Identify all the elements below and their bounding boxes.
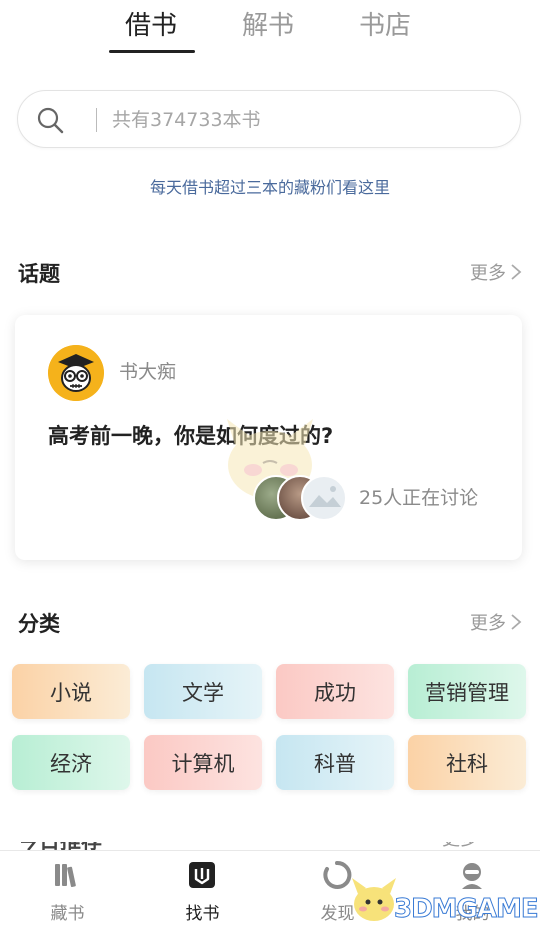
category-novel[interactable]: 小说 <box>12 664 130 719</box>
tab-bookstore[interactable]: 书店 <box>359 8 411 48</box>
category-literature[interactable]: 文学 <box>144 664 262 719</box>
search-divider <box>96 108 97 132</box>
categories-heading: 分类 <box>18 612 60 636</box>
category-computer[interactable]: 计算机 <box>144 735 262 790</box>
tab-interpret[interactable]: 解书 <box>242 8 294 48</box>
topic-author: 书大痴 <box>119 361 177 383</box>
category-success[interactable]: 成功 <box>276 664 394 719</box>
skull-scholar-icon <box>48 345 104 401</box>
search-icon <box>37 107 64 134</box>
top-tab-bar: 借书 解书 书店 <box>0 0 540 60</box>
chevron-right-icon <box>511 264 522 280</box>
search-placeholder[interactable]: 共有374733本书 <box>112 106 261 134</box>
nav-find-book-label: 找书 <box>185 904 220 924</box>
participant-avatars <box>253 475 353 523</box>
topic-card[interactable]: 书大痴 高考前一晚，你是如何度过的? 25人正在讨论 <box>15 315 522 560</box>
topics-heading: 话题 <box>18 262 60 286</box>
books-icon <box>55 864 76 888</box>
categories-more-button[interactable]: 更多 <box>470 609 522 635</box>
promo-link[interactable]: 每天借书超过三本的藏粉们看这里 <box>0 174 540 198</box>
nav-bookshelf-label: 藏书 <box>50 904 85 924</box>
search-bar[interactable]: 共有374733本书 <box>17 90 521 148</box>
categories-more-label: 更多 <box>470 613 506 634</box>
category-economics[interactable]: 经济 <box>12 735 130 790</box>
find-book-icon <box>189 862 215 888</box>
nav-bookshelf[interactable]: 藏书 <box>0 851 135 926</box>
recommend-more-label: 更多 <box>442 842 478 850</box>
topics-more-label: 更多 <box>470 263 506 284</box>
chevron-right-icon <box>511 614 522 630</box>
category-marketing-management[interactable]: 营销管理 <box>408 664 526 719</box>
category-social-science[interactable]: 社科 <box>408 735 526 790</box>
active-tab-indicator <box>109 50 195 53</box>
participant-avatar <box>301 475 347 521</box>
watermark-text: 3DMGAME <box>394 894 540 925</box>
mascot-logo-icon <box>352 878 396 921</box>
topics-more-button[interactable]: 更多 <box>470 259 522 285</box>
category-popular-science[interactable]: 科普 <box>276 735 394 790</box>
tab-borrow[interactable]: 借书 <box>125 8 177 48</box>
nav-find-book[interactable]: 找书 <box>135 851 270 926</box>
site-watermark: 3DMGAME <box>348 870 540 926</box>
landscape-icon <box>309 486 341 507</box>
author-avatar <box>48 345 104 401</box>
discussion-count: 25人正在讨论 <box>359 487 479 509</box>
